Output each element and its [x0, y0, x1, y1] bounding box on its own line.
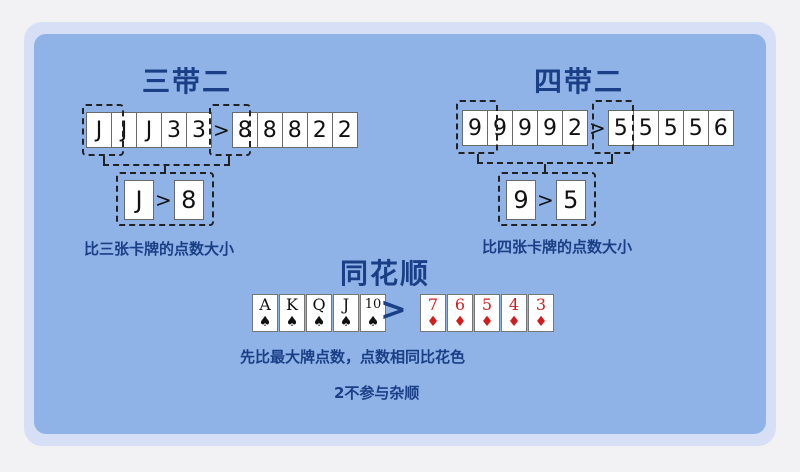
playing-card: 5 ♦	[474, 294, 500, 332]
card: 5	[682, 110, 709, 146]
diamond-icon: ♦	[426, 314, 440, 330]
card: 8	[281, 112, 308, 148]
playing-card: K ♠	[279, 294, 305, 332]
diamond-straight-flush: 7 ♦ 6 ♦ 5 ♦ 4 ♦ 3 ♦	[420, 294, 555, 332]
card-rank: 5	[481, 295, 493, 314]
right-highlight-b	[592, 100, 634, 154]
right-connector-stem	[544, 164, 546, 172]
playing-card: 7 ♦	[420, 294, 446, 332]
left-connector	[103, 156, 230, 166]
right-connector	[477, 154, 613, 164]
card: 5	[657, 110, 684, 146]
spade-straight-flush: A ♠ K ♠ Q ♠ J ♠ 10 ♠	[252, 294, 387, 332]
card-rank: A	[259, 295, 271, 314]
right-highlight-a	[456, 100, 498, 154]
card-rank: 6	[454, 295, 466, 314]
playing-card: 6 ♦	[447, 294, 473, 332]
spade-icon: ♠	[258, 314, 272, 330]
card-rank: J	[342, 295, 350, 314]
card: J	[136, 112, 162, 148]
card-rank: 10	[364, 297, 382, 312]
card: 6	[707, 110, 734, 146]
card-rank: Q	[312, 295, 326, 314]
center-caption-note: 2不参与杂顺	[334, 384, 420, 402]
right-caption: 比四张卡牌的点数大小	[482, 238, 633, 256]
left-highlight-a	[82, 104, 124, 156]
playing-card: 4 ♦	[501, 294, 527, 332]
left-highlight-b	[209, 104, 251, 156]
card: 2	[306, 112, 333, 148]
center-caption-rule: 先比最大牌点数，点数相同比花色	[240, 348, 466, 366]
left-caption: 比三张卡牌的点数大小	[84, 240, 235, 258]
center-greater-than: >	[380, 290, 407, 328]
card-rank: K	[286, 295, 298, 314]
center-title: 同花顺	[340, 257, 431, 290]
diamond-icon: ♦	[453, 314, 467, 330]
card: 9	[512, 110, 538, 146]
spade-icon: ♠	[312, 314, 326, 330]
diamond-icon: ♦	[534, 314, 548, 330]
card: 2	[562, 110, 588, 146]
playing-card: Q ♠	[306, 294, 332, 332]
playing-card: J ♠	[333, 294, 359, 332]
card-rank: 7	[427, 295, 439, 314]
diamond-icon: ♦	[507, 314, 521, 330]
diamond-icon: ♦	[480, 314, 494, 330]
right-compare-box	[498, 172, 596, 226]
playing-card: A ♠	[252, 294, 278, 332]
card: 5	[632, 110, 659, 146]
card-rank: 4	[508, 295, 520, 314]
left-title: 三带二	[142, 65, 233, 98]
spade-icon: ♠	[285, 314, 299, 330]
playing-card: 3 ♦	[528, 294, 554, 332]
card: 3	[161, 112, 187, 148]
spade-icon: ♠	[366, 314, 380, 330]
spade-icon: ♠	[339, 314, 353, 330]
card: 9	[537, 110, 563, 146]
right-title: 四带二	[534, 65, 625, 98]
left-compare-box	[116, 172, 214, 226]
card-rank: 3	[535, 295, 547, 314]
card: 2	[331, 112, 358, 148]
card: 8	[256, 112, 283, 148]
